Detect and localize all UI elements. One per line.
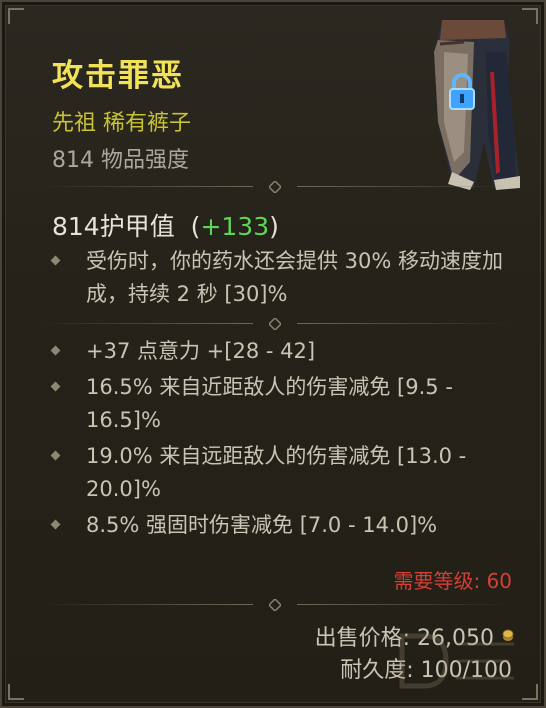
affix-text: 8.5% 强固时伤害减免 [7.0 - 14.0]% (86, 513, 438, 537)
armor-label: 814护甲值 (52, 212, 175, 241)
affix-text: +37 点意力 +[28 - 42] (86, 339, 316, 363)
armor-gain-close: ) (269, 212, 279, 241)
armor-gain: +133 (200, 212, 270, 241)
bullet-icon (50, 519, 61, 530)
item-tooltip: 攻击罪恶 先祖 稀有裤子 814 物品强度 814护甲值 (+133) 受伤时，… (0, 0, 546, 708)
armor-value: 814护甲值 (+133) (52, 207, 279, 243)
lock-icon (449, 73, 475, 110)
corner-ornament (522, 8, 538, 24)
section-divider (38, 599, 512, 611)
bullet-icon (50, 255, 61, 266)
corner-ornament (8, 684, 24, 700)
corner-ornament (8, 8, 24, 24)
item-name: 攻击罪恶 (52, 58, 184, 94)
item-type: 先祖 稀有裤子 (52, 111, 191, 136)
affix-text: 16.5% 来自近距敌人的伤害减免 [9.5 - 16.5]% (86, 375, 453, 432)
affix-text: 19.0% 来自远距敌人的伤害减免 [13.0 - 20.0]% (86, 444, 467, 501)
corner-ornament (522, 684, 538, 700)
armor-gain-open: ( (190, 212, 201, 241)
bullet-icon (50, 381, 61, 392)
section-divider (38, 181, 512, 193)
bullet-icon (50, 450, 61, 461)
affix-text: 受伤时，你的药水还会提供 30% 移动速度加成，持续 2 秒 [30]% (86, 249, 504, 306)
section-divider (38, 318, 512, 330)
item-power: 814 物品强度 (52, 148, 189, 173)
required-level: 需要等级: 60 (393, 569, 512, 593)
watermark-logo (399, 633, 514, 689)
bullet-icon (50, 345, 61, 356)
